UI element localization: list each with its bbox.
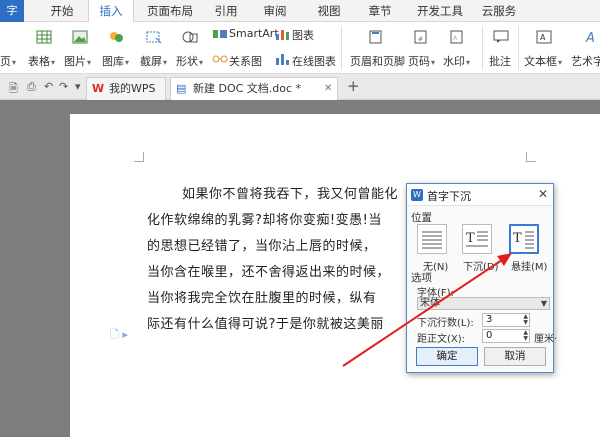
annotation-arrow-head	[497, 253, 512, 266]
annotation-arrow-line	[342, 257, 506, 367]
annotation-arrow	[342, 253, 512, 367]
